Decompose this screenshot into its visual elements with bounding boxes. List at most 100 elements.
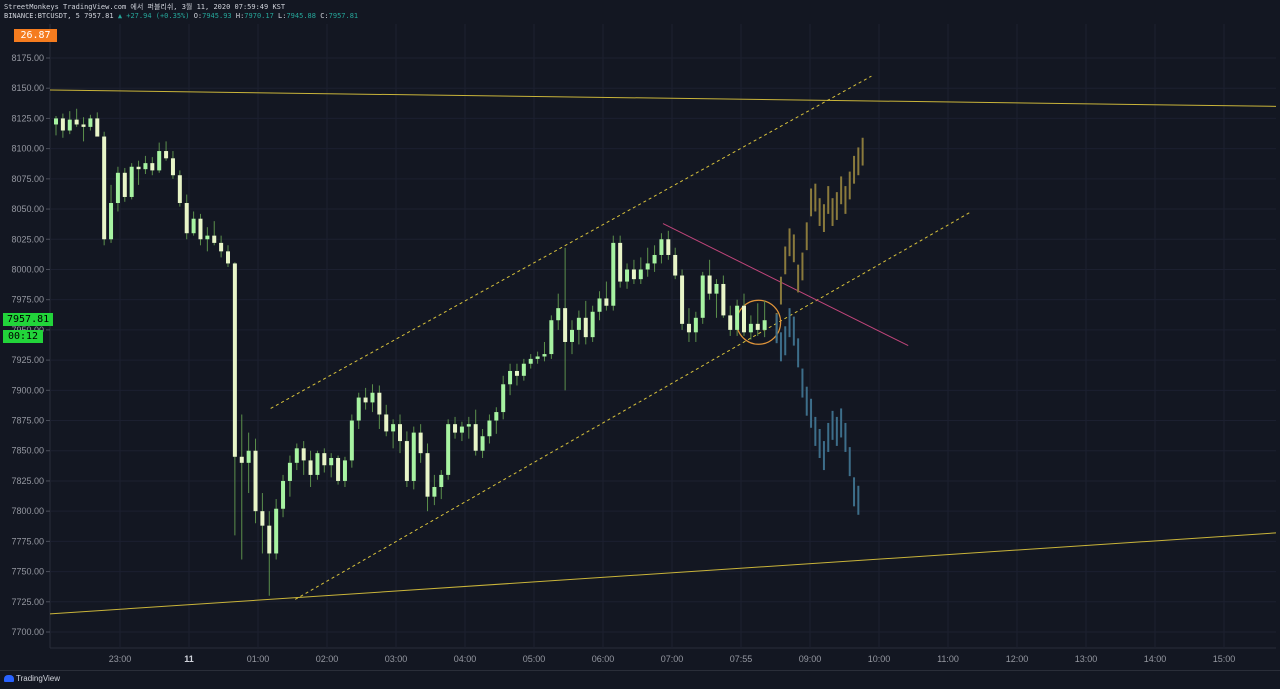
candle-body — [54, 118, 58, 125]
candle-body — [129, 166, 134, 197]
y-tick-label: 7850.00 — [11, 446, 44, 456]
candle-body — [349, 420, 354, 461]
y-tick-label: 7775.00 — [11, 536, 44, 546]
x-tick-label: 02:00 — [316, 654, 339, 664]
candle-body — [184, 203, 189, 234]
candle-body — [398, 424, 402, 442]
candle-body — [625, 269, 630, 282]
candle-body — [404, 441, 409, 481]
candle-body — [680, 275, 685, 324]
candle-body — [377, 392, 382, 415]
x-tick-label: 01:00 — [247, 654, 270, 664]
candle-body — [95, 118, 100, 137]
x-tick-label: 07:55 — [730, 654, 753, 664]
y-tick-label: 7750.00 — [11, 567, 44, 577]
upper-trendline — [49, 89, 1277, 107]
candle-body — [466, 424, 471, 427]
y-tick-label: 8100.00 — [11, 144, 44, 154]
candle-body — [714, 283, 719, 294]
x-tick-label: 13:00 — [1075, 654, 1098, 664]
candle-body — [260, 511, 265, 526]
candles — [54, 108, 767, 596]
candle-body — [721, 283, 726, 316]
candle-body — [494, 412, 499, 421]
candle-body — [294, 448, 299, 463]
x-tick-label: 07:00 — [661, 654, 684, 664]
high-value: 7970.17 — [244, 12, 274, 20]
candle-body — [473, 424, 478, 451]
candle-body — [191, 218, 196, 234]
candle-body — [136, 166, 141, 170]
candle-body — [597, 298, 602, 312]
candle-body — [205, 235, 210, 240]
candle-body — [673, 254, 678, 276]
x-tick-label: 06:00 — [592, 654, 615, 664]
y-tick-label: 8125.00 — [11, 113, 44, 123]
candle-body — [501, 384, 506, 413]
candle-body — [748, 323, 753, 333]
candle-body — [329, 457, 334, 466]
publish-line: StreetMonkeys TradingView.com 에서 퍼블리쉬, 3… — [4, 3, 286, 11]
candle-body — [631, 269, 636, 280]
candle-body — [336, 457, 341, 481]
candle-body — [508, 370, 513, 385]
candle-body — [686, 323, 691, 333]
y-tick-label: 8000.00 — [11, 264, 44, 274]
candle-body — [418, 432, 423, 454]
candle-body — [611, 242, 616, 306]
candle-body — [219, 242, 224, 252]
y-tick-label: 7700.00 — [11, 627, 44, 637]
x-tick-label: 10:00 — [868, 654, 891, 664]
x-tick-label: 05:00 — [523, 654, 546, 664]
candle-body — [170, 158, 175, 176]
candle-body — [308, 460, 313, 475]
x-tick-label: 09:00 — [799, 654, 822, 664]
candle-body — [301, 448, 306, 461]
candle-body — [487, 420, 492, 437]
candle-body — [253, 450, 258, 512]
candle-body — [742, 305, 746, 333]
symbol-label[interactable]: BINANCE:BTCUSDT, 5 — [4, 12, 80, 20]
candle-body — [109, 203, 114, 240]
price-chart[interactable]: 8175.00 8150.00 8125.00 8100.00 8075.00 8050.… — [0, 0, 1280, 688]
candle-body — [425, 453, 430, 497]
candle-body — [728, 315, 733, 330]
price-badge: 7957.81 — [3, 313, 53, 326]
candle-body — [645, 263, 650, 270]
y-tick-label: 8025.00 — [11, 234, 44, 244]
candle-body — [755, 323, 760, 330]
candle-body — [226, 251, 230, 264]
candle-body — [707, 275, 712, 294]
candle-body — [150, 163, 155, 171]
open-value: 7945.93 — [202, 12, 232, 20]
y-tick-label: 7725.00 — [11, 597, 44, 607]
y-tick-label: 7875.00 — [11, 416, 44, 426]
candle-body — [115, 172, 120, 204]
ohlc-legend: BINANCE:BTCUSDT, 5 7957.81 ▲ +27.94 (+0.… — [4, 12, 359, 20]
candle-body — [411, 432, 416, 481]
candle-body — [315, 453, 320, 475]
candle-body — [583, 317, 588, 338]
low-value: 7945.88 — [286, 12, 316, 20]
candle-body — [239, 456, 244, 463]
candle-body — [281, 480, 286, 509]
candle-body — [480, 436, 485, 451]
tradingview-logo[interactable]: TradingView — [4, 674, 60, 683]
candle-body — [88, 118, 93, 127]
y-tick-label: 7900.00 — [11, 385, 44, 395]
candle-body — [287, 462, 292, 481]
candle-body — [164, 151, 169, 159]
y-axis[interactable]: 8175.00 8150.00 8125.00 8100.00 8075.00 8050.… — [11, 53, 50, 637]
x-tick-label: 15:00 — [1213, 654, 1236, 664]
candle-body — [659, 239, 664, 255]
x-axis[interactable]: 23:00 11 01:00 02:00 03:00 04:00 05:00 06:00 07:… — [109, 654, 1236, 664]
y-tick-label: 8175.00 — [11, 53, 44, 63]
candle-body — [570, 329, 574, 342]
close-value: 7957.81 — [328, 12, 359, 20]
x-tick-label: 14:00 — [1144, 654, 1167, 664]
candle-body — [391, 424, 396, 432]
candle-body — [762, 320, 767, 330]
candle-body — [459, 426, 464, 433]
last-price: 7957.81 — [84, 12, 114, 20]
candle-body — [432, 486, 437, 497]
